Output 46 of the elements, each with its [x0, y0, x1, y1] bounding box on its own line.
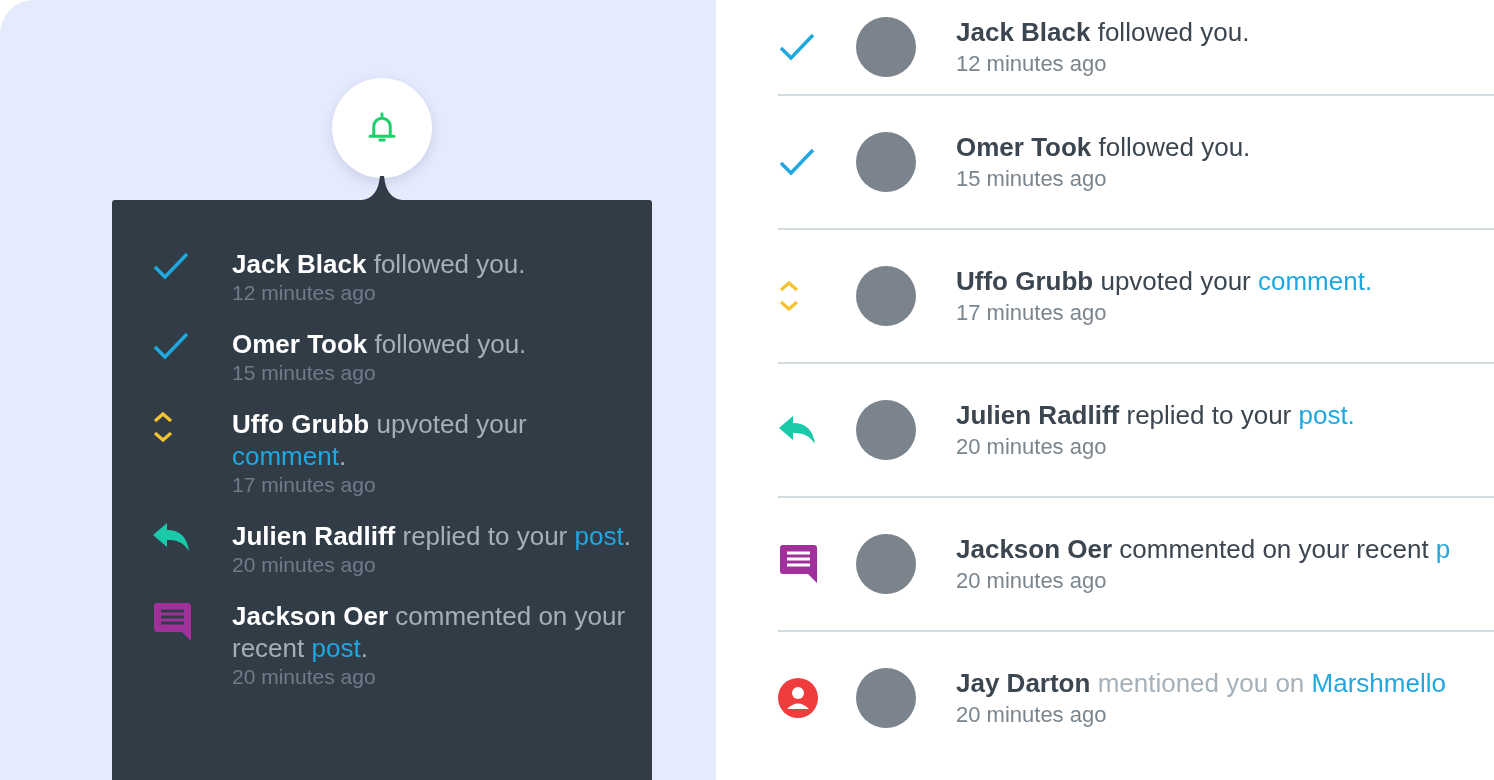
timestamp: 20 minutes ago [956, 701, 1108, 729]
link[interactable]: Marshmello [1311, 668, 1446, 698]
timestamp: 15 minutes ago [956, 165, 1108, 193]
notification-text: Uffo Grubb upvoted your comment. [956, 265, 1373, 298]
avatar [856, 534, 916, 594]
reply-arrow-icon [778, 415, 816, 445]
avatar [856, 400, 916, 460]
link[interactable]: post [311, 633, 361, 663]
link[interactable]: p [1435, 534, 1451, 564]
reply-arrow-icon [152, 522, 190, 552]
check-icon [778, 146, 816, 178]
notification-text: Jack Black followed you. [232, 248, 527, 280]
chevrons-icon [152, 410, 174, 444]
check-icon [778, 31, 816, 63]
chevrons-icon [778, 279, 800, 313]
notification-text: Omer Took followed you. [232, 328, 528, 360]
chat-bubble-icon [778, 544, 818, 584]
timestamp: 12 minutes ago [956, 50, 1108, 78]
timestamp: 20 minutes ago [956, 433, 1108, 461]
link[interactable]: post [574, 521, 624, 551]
notification-text: Julien Radliff replied to your post. [956, 399, 1355, 432]
notification-text: Jay Darton mentioned you on Marshmello [956, 667, 1446, 700]
avatar [856, 266, 916, 326]
notification-text: Julien Radliff replied to your post. [232, 520, 632, 552]
link[interactable]: comment [232, 441, 339, 471]
avatar [856, 668, 916, 728]
timestamp: 17 minutes ago [956, 299, 1108, 327]
notification-text: Jack Black followed you. [956, 16, 1250, 49]
notification-text: Jackson Oer commented on your recent post. [232, 600, 627, 664]
timestamp: 15 minutes ago [232, 360, 377, 386]
link[interactable]: post. [1298, 400, 1355, 430]
check-icon [152, 330, 190, 362]
notification-text: Uffo Grubb upvoted your comment. [232, 408, 528, 472]
person-icon [778, 678, 818, 718]
link[interactable]: comment. [1258, 266, 1373, 296]
chat-bubble-icon [152, 602, 192, 642]
timestamp: 17 minutes ago [232, 472, 377, 498]
timestamp: 20 minutes ago [232, 552, 377, 578]
avatar [856, 132, 916, 192]
timestamp: 20 minutes ago [956, 567, 1108, 595]
timestamp: 12 minutes ago [232, 280, 377, 306]
notification-text: Omer Took followed you. [956, 131, 1251, 164]
check-icon [152, 250, 190, 282]
avatar [856, 17, 916, 77]
notification-text: Jackson Oer commented on your recent p [956, 533, 1451, 566]
timestamp: 20 minutes ago [232, 664, 377, 690]
